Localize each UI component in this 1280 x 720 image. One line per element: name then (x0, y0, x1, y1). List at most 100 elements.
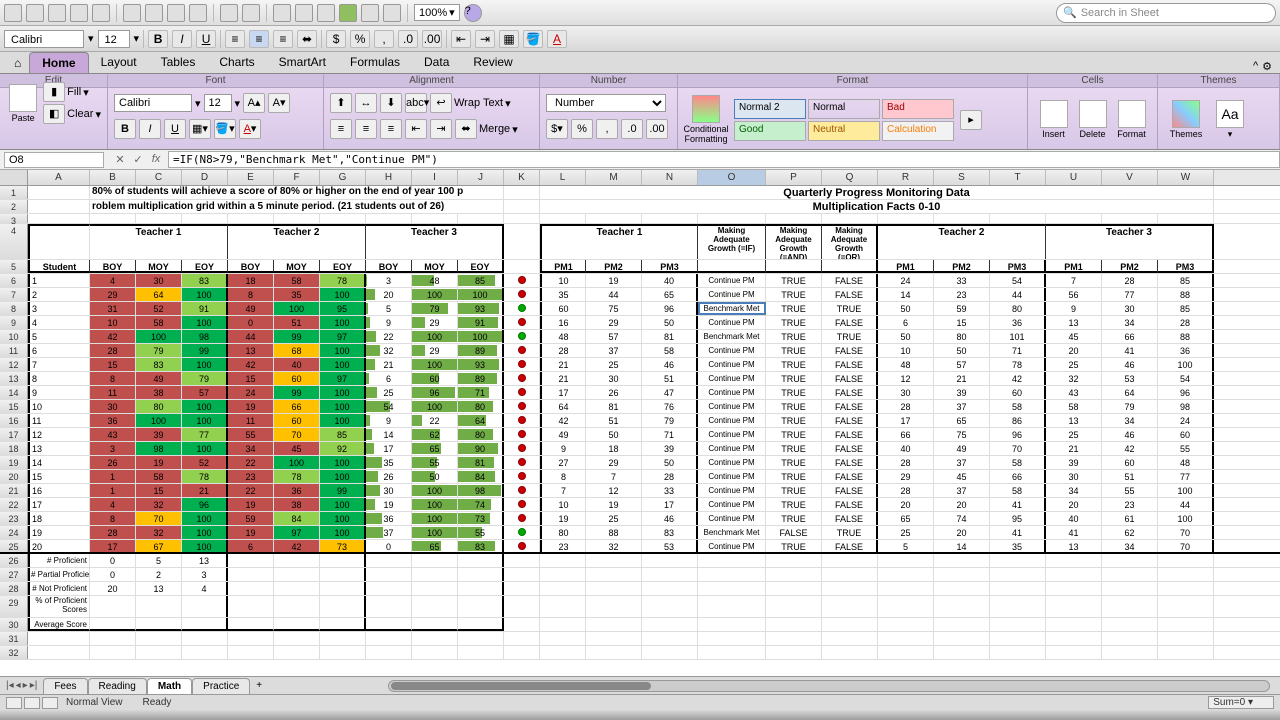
cell[interactable]: 65 (642, 288, 698, 301)
row-header[interactable]: 17 (0, 428, 28, 441)
indent-inc-icon[interactable]: ⇥ (475, 30, 495, 48)
cell[interactable]: 42 (228, 358, 274, 371)
cell[interactable] (504, 260, 540, 273)
cell[interactable]: 45 (934, 470, 990, 483)
align-left-icon[interactable]: ≡ (330, 119, 352, 139)
cell[interactable] (182, 632, 228, 645)
cell[interactable] (274, 554, 320, 567)
cell[interactable]: 11 (90, 386, 136, 399)
column-header[interactable]: O (698, 170, 766, 185)
row-header[interactable]: 31 (0, 632, 28, 645)
cell[interactable]: 59 (934, 302, 990, 315)
underline-icon[interactable]: U (164, 119, 186, 139)
cell[interactable]: TRUE (766, 540, 822, 552)
cell[interactable] (822, 582, 878, 595)
cell[interactable]: 30 (1102, 302, 1158, 315)
column-header[interactable]: K (504, 170, 540, 185)
cell[interactable]: 20 (366, 288, 412, 301)
cell[interactable]: 49 (228, 302, 274, 315)
cell[interactable]: FALSE (822, 498, 878, 511)
cell[interactable]: 80 (540, 526, 586, 539)
cell[interactable] (1102, 618, 1158, 631)
cell[interactable] (540, 632, 586, 645)
cell[interactable]: 58 (136, 316, 182, 329)
cell[interactable]: 48 (878, 358, 934, 371)
cell[interactable] (320, 582, 366, 595)
cell[interactable] (766, 632, 822, 645)
cell[interactable] (366, 618, 412, 631)
cell[interactable]: 19 (366, 498, 412, 511)
cell[interactable]: 96 (182, 498, 228, 511)
cell[interactable]: 4 (90, 274, 136, 287)
cell[interactable]: FALSE (822, 372, 878, 385)
undo-icon[interactable] (220, 4, 238, 22)
cell[interactable] (822, 568, 878, 581)
paste-icon[interactable] (167, 4, 185, 22)
style-good[interactable]: Good (734, 121, 806, 141)
cell[interactable]: FALSE (822, 456, 878, 469)
page-layout-view-icon[interactable] (24, 697, 40, 709)
cell[interactable] (990, 568, 1046, 581)
cell[interactable]: 26 (586, 386, 642, 399)
cell[interactable]: 48 (412, 274, 458, 287)
cell[interactable]: 20 (934, 526, 990, 539)
cell[interactable]: 45 (274, 442, 320, 455)
cell[interactable] (1046, 596, 1102, 617)
cell[interactable]: 81 (586, 400, 642, 413)
cell[interactable]: 53 (642, 540, 698, 552)
cell[interactable]: 100 (182, 512, 228, 525)
cell[interactable]: MOY (274, 260, 320, 273)
align-bot-icon[interactable]: ⬇ (380, 93, 402, 113)
tab-data[interactable]: Data (412, 52, 461, 73)
cell[interactable]: 97 (320, 330, 366, 343)
cell[interactable]: 95 (320, 302, 366, 315)
cell[interactable]: 81 (458, 456, 504, 469)
cell[interactable] (822, 618, 878, 631)
align-center-icon[interactable]: ≡ (249, 30, 269, 48)
cell[interactable] (934, 632, 990, 645)
row-header[interactable]: 14 (0, 386, 28, 399)
column-header[interactable]: H (366, 170, 412, 185)
cell[interactable]: 58 (990, 456, 1046, 469)
cell[interactable]: 14 (878, 288, 934, 301)
cell[interactable]: 88 (1158, 288, 1214, 301)
sort-icon[interactable] (295, 4, 313, 22)
cell[interactable]: 44 (990, 288, 1046, 301)
cell[interactable]: TRUE (766, 330, 822, 343)
clear-button[interactable]: ◧Clear▾ (43, 104, 101, 124)
cell[interactable]: 6 (28, 344, 90, 357)
cell[interactable]: 42 (90, 330, 136, 343)
align-right-icon[interactable]: ≡ (273, 30, 293, 48)
cell[interactable] (458, 582, 504, 595)
cell[interactable]: 10 (28, 400, 90, 413)
cell[interactable] (540, 214, 586, 223)
cell[interactable] (458, 554, 504, 567)
cell[interactable]: 9 (1046, 302, 1102, 315)
cell[interactable] (698, 618, 766, 631)
italic-icon[interactable]: I (139, 119, 161, 139)
merge-icon[interactable]: ⬌ (297, 30, 317, 48)
cell[interactable]: FALSE (822, 316, 878, 329)
cell[interactable]: 46 (642, 358, 698, 371)
cell[interactable] (274, 646, 320, 659)
cell[interactable]: 19 (136, 456, 182, 469)
dec-dec-icon[interactable]: .00 (646, 119, 668, 139)
cell[interactable]: 30 (586, 372, 642, 385)
cell[interactable]: 96 (990, 428, 1046, 441)
currency-icon[interactable]: $▾ (546, 119, 568, 139)
cell[interactable]: 78 (990, 358, 1046, 371)
cell[interactable]: TRUE (822, 526, 878, 539)
cell[interactable]: 7 (540, 484, 586, 497)
cell[interactable] (586, 646, 642, 659)
cell[interactable] (504, 224, 540, 259)
cell[interactable]: 99 (182, 344, 228, 357)
cell[interactable] (766, 214, 822, 223)
cell[interactable] (320, 632, 366, 645)
cell[interactable]: PM1 (540, 260, 586, 273)
cell[interactable] (136, 618, 182, 631)
cell[interactable]: 71 (642, 428, 698, 441)
cell[interactable]: 37 (586, 344, 642, 357)
cell[interactable] (366, 646, 412, 659)
paste-button[interactable]: Paste (6, 84, 40, 123)
cell[interactable] (1102, 568, 1158, 581)
